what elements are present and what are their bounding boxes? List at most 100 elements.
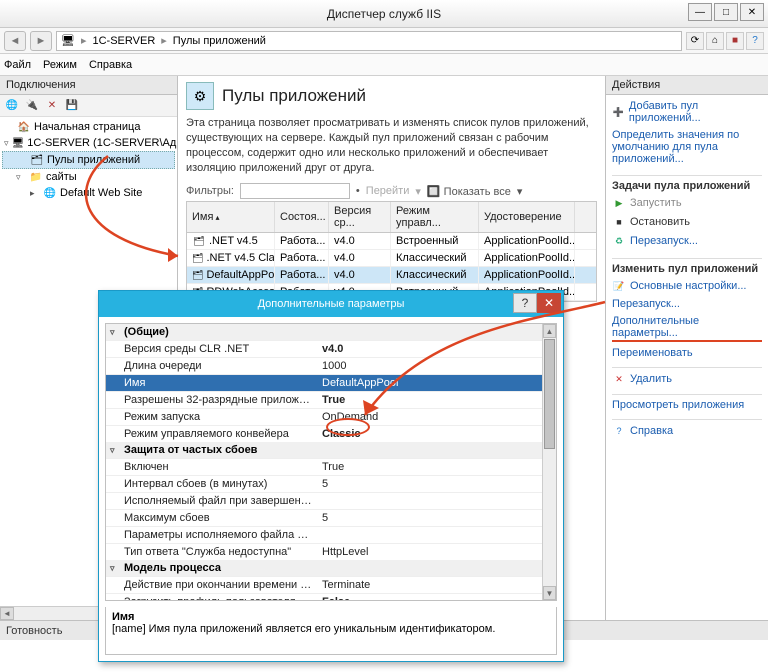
dialog-close-button[interactable]: ✕ bbox=[537, 293, 561, 313]
property-row[interactable]: ИмяDefaultAppPool bbox=[106, 374, 556, 391]
play-icon: ▶ bbox=[612, 196, 626, 210]
address-bar: ◄ ► 🖥 ▸ 1C-SERVER ▸ Пулы приложений ⟳ ⌂ … bbox=[0, 28, 768, 54]
stop-icon: ■ bbox=[612, 215, 626, 229]
window-controls: — □ ✕ bbox=[688, 3, 764, 21]
server-icon: 🖥 bbox=[61, 34, 75, 47]
action-help[interactable]: ?Справка bbox=[612, 419, 762, 439]
app-pools-table: Имя ▴ Состоя... Версия ср... Режим управ… bbox=[186, 201, 597, 302]
property-row[interactable]: Загрузить профиль пользователяFalse bbox=[106, 593, 556, 601]
filter-row: Фильтры: • Перейти ▾ 🔲 Показать все ▾ bbox=[186, 183, 597, 199]
property-description: Имя [name] Имя пула приложений является … bbox=[105, 607, 557, 655]
stop-icon[interactable]: ■ bbox=[726, 32, 744, 50]
server-icon: 🖥 bbox=[12, 136, 25, 150]
actions-tasks-heading: Задачи пула приложений bbox=[612, 175, 762, 192]
dialog-help-button[interactable]: ? bbox=[513, 293, 537, 313]
scroll-thumb[interactable] bbox=[544, 339, 555, 449]
col-mode[interactable]: Режим управл... bbox=[391, 202, 479, 232]
table-row[interactable]: 🗂DefaultAppPoolРабота...v4.0Классический… bbox=[187, 267, 596, 284]
tree-server[interactable]: ▿🖥 1C-SERVER (1C-SERVER\Адми bbox=[2, 135, 175, 151]
col-version[interactable]: Версия ср... bbox=[329, 202, 391, 232]
tree-sites[interactable]: ▿📁 сайты bbox=[2, 169, 175, 185]
property-row[interactable]: ВключенTrue bbox=[106, 458, 556, 475]
col-identity[interactable]: Удостоверение bbox=[479, 202, 575, 232]
close-button[interactable]: ✕ bbox=[740, 3, 764, 21]
category-process[interactable]: ▿Модель процесса bbox=[106, 560, 556, 576]
nav-back-button[interactable]: ◄ bbox=[4, 31, 26, 51]
pool-icon: 🗂 bbox=[30, 153, 44, 167]
app-pools-icon: ⚙ bbox=[186, 82, 214, 110]
help-icon[interactable]: ? bbox=[746, 32, 764, 50]
home-icon: 🏠 bbox=[17, 120, 31, 134]
menu-help[interactable]: Справка bbox=[89, 59, 132, 71]
action-basic-settings[interactable]: 📝Основные настройки... bbox=[612, 278, 762, 294]
connections-header: Подключения bbox=[0, 76, 177, 95]
action-recycle[interactable]: ♻Перезапуск... bbox=[612, 233, 762, 249]
globe-icon: 🌐 bbox=[43, 186, 57, 200]
connect-icon[interactable]: 🔌 bbox=[24, 98, 40, 114]
property-row[interactable]: Режим запускаOnDemand bbox=[106, 408, 556, 425]
menu-file[interactable]: Файл bbox=[4, 59, 31, 71]
minimize-button[interactable]: — bbox=[688, 3, 712, 21]
action-advanced[interactable]: Дополнительные параметры... bbox=[612, 314, 762, 343]
scroll-left-icon[interactable]: ◄ bbox=[0, 607, 14, 620]
nav-forward-button[interactable]: ► bbox=[30, 31, 52, 51]
actions-header: Действия bbox=[606, 76, 768, 95]
maximize-button[interactable]: □ bbox=[714, 3, 738, 21]
menu-mode[interactable]: Режим bbox=[43, 59, 77, 71]
breadcrumb-server[interactable]: 1C-SERVER bbox=[93, 35, 156, 47]
property-row[interactable]: Максимум сбоев5 bbox=[106, 509, 556, 526]
property-grid[interactable]: ▿(Общие) Версия среды CLR .NETv4.0Длина … bbox=[105, 323, 557, 601]
scroll-down-icon[interactable]: ▼ bbox=[543, 586, 556, 600]
filter-show-all[interactable]: 🔲 Показать все bbox=[427, 185, 511, 198]
category-general[interactable]: ▿(Общие) bbox=[106, 324, 556, 340]
scroll-up-icon[interactable]: ▲ bbox=[543, 324, 556, 338]
property-row[interactable]: Режим управляемого конвейераClassic bbox=[106, 425, 556, 442]
action-view-apps[interactable]: Просмотреть приложения bbox=[612, 394, 762, 412]
category-failure[interactable]: ▿Защита от частых сбоев bbox=[106, 442, 556, 458]
action-restart[interactable]: Перезапуск... bbox=[612, 297, 762, 311]
table-row[interactable]: 🗂.NET v4.5 ClassicРабота...v4.0Классичес… bbox=[187, 250, 596, 267]
pool-icon: 🗂 bbox=[192, 235, 206, 247]
col-name[interactable]: Имя ▴ bbox=[187, 202, 275, 232]
advanced-settings-dialog: Дополнительные параметры ? ✕ ▿(Общие) Ве… bbox=[98, 290, 564, 662]
status-text: Готовность bbox=[6, 625, 62, 637]
help-icon: ? bbox=[612, 424, 626, 438]
col-state[interactable]: Состоя... bbox=[275, 202, 329, 232]
action-remove[interactable]: ✕Удалить bbox=[612, 367, 762, 387]
desc-text: [name] Имя пула приложений является его … bbox=[112, 623, 550, 635]
tree-app-pools[interactable]: 🗂 Пулы приложений bbox=[2, 151, 175, 169]
delete-icon[interactable]: ✕ bbox=[44, 98, 60, 114]
property-row[interactable]: Разрешены 32-разрядные приложенияTrue bbox=[106, 391, 556, 408]
action-add-pool[interactable]: ➕Добавить пул приложений... bbox=[612, 99, 762, 125]
property-row[interactable]: Параметры исполняемого файла при завер bbox=[106, 526, 556, 543]
home-icon[interactable]: ⌂ bbox=[706, 32, 724, 50]
action-start[interactable]: ▶Запустить bbox=[612, 195, 762, 211]
tree-default-website[interactable]: ▸🌐 Default Web Site bbox=[2, 185, 175, 201]
property-row[interactable]: Версия среды CLR .NETv4.0 bbox=[106, 340, 556, 357]
tree-start-page[interactable]: 🏠 Начальная страница bbox=[2, 119, 175, 135]
dialog-title-bar[interactable]: Дополнительные параметры ? ✕ bbox=[99, 291, 563, 317]
recycle-icon: ♻ bbox=[612, 234, 626, 248]
property-row[interactable]: Исполняемый файл при завершении работ bbox=[106, 492, 556, 509]
property-row[interactable]: Действие при окончании времени ожиданиTe… bbox=[106, 576, 556, 593]
window-title: Диспетчер служб IIS bbox=[327, 7, 441, 21]
property-row[interactable]: Интервал сбоев (в минутах)5 bbox=[106, 475, 556, 492]
folder-icon: 📁 bbox=[29, 170, 43, 184]
refresh-icon[interactable]: ⟳ bbox=[686, 32, 704, 50]
action-rename[interactable]: Переименовать bbox=[612, 346, 762, 360]
table-row[interactable]: 🗂.NET v4.5Работа...v4.0ВстроенныйApplica… bbox=[187, 233, 596, 250]
save-icon[interactable]: 💾 bbox=[64, 98, 80, 114]
breadcrumb[interactable]: 🖥 ▸ 1C-SERVER ▸ Пулы приложений bbox=[56, 31, 682, 51]
filter-go[interactable]: Перейти bbox=[366, 185, 410, 197]
property-row[interactable]: Длина очереди1000 bbox=[106, 357, 556, 374]
action-set-defaults[interactable]: Определить значения по умолчанию для пул… bbox=[612, 128, 762, 166]
breadcrumb-node[interactable]: Пулы приложений bbox=[173, 35, 266, 47]
property-row[interactable]: Тип ответа "Служба недоступна"HttpLevel bbox=[106, 543, 556, 560]
filter-input[interactable] bbox=[240, 183, 350, 199]
propgrid-vscrollbar[interactable]: ▲ ▼ bbox=[542, 324, 556, 600]
globe-icon[interactable]: 🌐 bbox=[4, 98, 20, 114]
title-bar: Диспетчер служб IIS — □ ✕ bbox=[0, 0, 768, 28]
action-stop[interactable]: ■Остановить bbox=[612, 214, 762, 230]
table-header[interactable]: Имя ▴ Состоя... Версия ср... Режим управ… bbox=[187, 202, 596, 233]
remove-icon: ✕ bbox=[612, 372, 626, 386]
